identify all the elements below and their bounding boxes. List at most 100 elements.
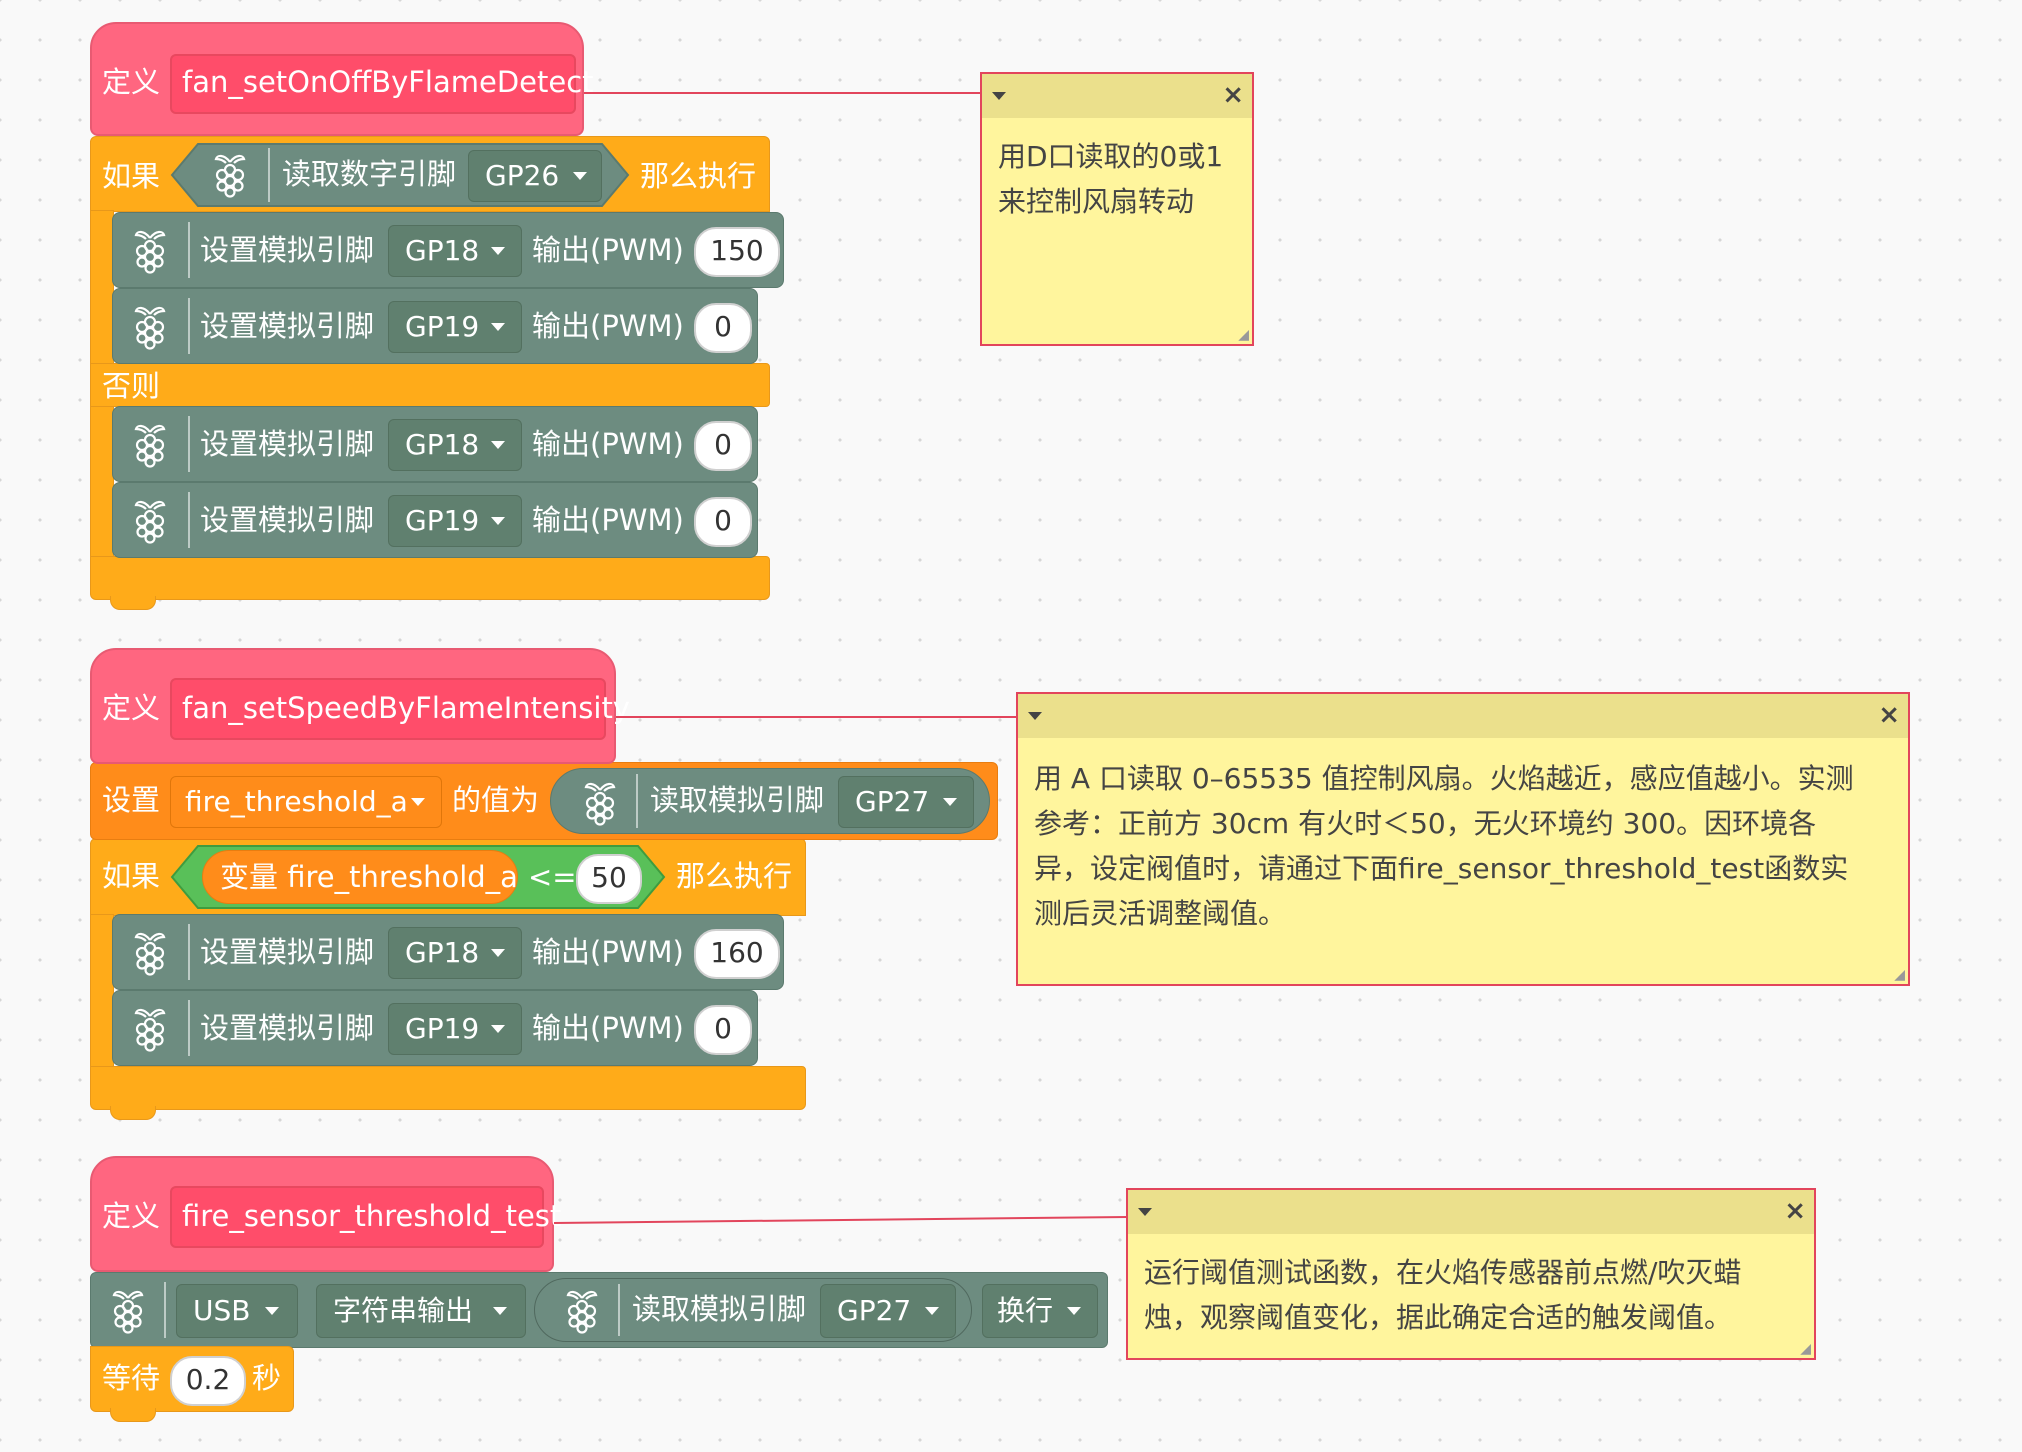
separator bbox=[188, 416, 190, 472]
raspberry-pi-icon bbox=[134, 500, 166, 544]
print-mode-dropdown[interactable]: 字符串输出 bbox=[316, 1284, 526, 1338]
note-line: 来控制风扇转动 bbox=[998, 185, 1195, 218]
note-line: 烛，观察阈值变化，据此确定合适的触发阈值。 bbox=[1144, 1301, 1733, 1334]
separator bbox=[188, 924, 190, 980]
set-analog-label: 设置模拟引脚 bbox=[200, 1011, 375, 1045]
then-label: 那么执行 bbox=[640, 159, 757, 193]
comment-note[interactable]: × 用 A 口读取 0–65535 值控制风扇。火焰越近，感应值越小。实测 参考… bbox=[1016, 692, 1910, 986]
raspberry-pi-icon bbox=[134, 932, 166, 976]
read-analog-label: 读取模拟引脚 bbox=[650, 783, 825, 817]
set-analog-label: 设置模拟引脚 bbox=[200, 427, 375, 461]
chevron-down-icon bbox=[491, 517, 505, 525]
raspberry-pi-icon bbox=[134, 424, 166, 468]
seconds-label: 秒 bbox=[252, 1361, 282, 1395]
variable-dropdown[interactable]: fire_threshold_a bbox=[170, 776, 442, 828]
if-bottom bbox=[90, 1066, 806, 1110]
set-analog-label: 设置模拟引脚 bbox=[200, 309, 375, 343]
pwm-output-label: 输出(PWM) bbox=[532, 427, 684, 461]
read-pin-dropdown[interactable]: GP27 bbox=[838, 776, 974, 828]
resize-handle-icon[interactable]: ◢ bbox=[1894, 967, 1905, 983]
if-tab bbox=[110, 1106, 156, 1120]
pwm-value-input[interactable]: 0 bbox=[694, 1005, 752, 1055]
pin-dropdown[interactable]: GP19 bbox=[388, 495, 522, 547]
pwm-output-label: 输出(PWM) bbox=[532, 935, 684, 969]
wait-label: 等待 bbox=[102, 1361, 161, 1395]
pwm-value-input[interactable]: 0 bbox=[694, 303, 752, 353]
chevron-down-icon bbox=[411, 798, 425, 806]
wait-value: 0.2 bbox=[185, 1363, 231, 1396]
print-mode-value: 字符串输出 bbox=[333, 1294, 474, 1327]
collapse-icon[interactable] bbox=[992, 92, 1006, 100]
newline-dropdown[interactable]: 换行 bbox=[982, 1284, 1098, 1338]
separator bbox=[188, 492, 190, 548]
if-else-tab bbox=[110, 596, 156, 610]
comment-note[interactable]: × 运行阈值测试函数，在火焰传感器前点燃/吹灭蜡 烛，观察阈值变化，据此确定合适… bbox=[1126, 1188, 1816, 1360]
pin-dropdown[interactable]: GP19 bbox=[388, 301, 522, 353]
define-label: 定义 bbox=[102, 691, 161, 725]
then-label: 那么执行 bbox=[676, 859, 793, 893]
chevron-down-icon bbox=[491, 949, 505, 957]
pwm-value-input[interactable]: 160 bbox=[694, 929, 780, 979]
separator bbox=[164, 1282, 166, 1338]
chevron-down-icon bbox=[491, 1025, 505, 1033]
compare-value-input[interactable]: 50 bbox=[576, 854, 642, 904]
pwm-value-input[interactable]: 0 bbox=[694, 421, 752, 471]
resize-handle-icon[interactable]: ◢ bbox=[1238, 327, 1249, 343]
separator bbox=[188, 222, 190, 278]
resize-handle-icon[interactable]: ◢ bbox=[1800, 1341, 1811, 1357]
pwm-value: 0 bbox=[714, 310, 732, 343]
pwm-value: 160 bbox=[710, 936, 764, 969]
compare-value: 50 bbox=[591, 861, 627, 894]
wait-value-input[interactable]: 0.2 bbox=[170, 1356, 246, 1406]
pwm-value-input[interactable]: 0 bbox=[694, 497, 752, 547]
close-icon[interactable]: × bbox=[1222, 80, 1244, 110]
else-row bbox=[90, 363, 770, 407]
note-connector bbox=[584, 92, 984, 94]
pin-dropdown[interactable]: GP18 bbox=[388, 927, 522, 979]
pwm-value-input[interactable]: 150 bbox=[694, 227, 780, 277]
if-else-bottom bbox=[90, 556, 770, 600]
read-pin-value: GP27 bbox=[855, 785, 930, 818]
pwm-value: 0 bbox=[714, 504, 732, 537]
chevron-down-icon bbox=[925, 1307, 939, 1315]
port-dropdown[interactable]: USB bbox=[176, 1284, 298, 1338]
pwm-output-label: 输出(PWM) bbox=[532, 309, 684, 343]
raspberry-pi-icon bbox=[134, 1008, 166, 1052]
comment-note[interactable]: × 用D口读取的0或1 来控制风扇转动 ◢ bbox=[980, 72, 1254, 346]
pin-dropdown[interactable]: GP19 bbox=[388, 1003, 522, 1055]
raspberry-pi-icon bbox=[584, 782, 616, 826]
chevron-down-icon bbox=[491, 247, 505, 255]
collapse-icon[interactable] bbox=[1138, 1208, 1152, 1216]
separator bbox=[636, 774, 638, 828]
chevron-down-icon bbox=[573, 172, 587, 180]
pwm-value: 0 bbox=[714, 1012, 732, 1045]
newline-value: 换行 bbox=[997, 1294, 1054, 1327]
if-arm bbox=[90, 914, 114, 1074]
function-name: fire_sensor_threshold_test bbox=[182, 1199, 562, 1233]
define-label: 定义 bbox=[102, 65, 161, 99]
note-line: 用D口读取的0或1 bbox=[998, 140, 1224, 173]
pin-dropdown[interactable]: GP18 bbox=[388, 225, 522, 277]
note-line: 参考：正前方 30cm 有火时＜50，无火环境约 300。因环境各 bbox=[1034, 807, 1817, 840]
cond-pin-dropdown[interactable]: GP26 bbox=[468, 150, 602, 202]
raspberry-pi-icon bbox=[134, 230, 166, 274]
read-analog-label: 读取模拟引脚 bbox=[632, 1292, 807, 1326]
chevron-down-icon bbox=[265, 1307, 279, 1315]
note-header bbox=[982, 74, 1252, 118]
close-icon[interactable]: × bbox=[1784, 1196, 1806, 1226]
else-label: 否则 bbox=[102, 369, 161, 403]
cond-pin-value: GP26 bbox=[485, 159, 560, 192]
compare-operator[interactable]: <= bbox=[528, 863, 577, 892]
pin-value: GP18 bbox=[405, 936, 480, 969]
read-pin-dropdown[interactable]: GP27 bbox=[820, 1284, 956, 1338]
function-name: fan_setSpeedByFlameIntensity bbox=[182, 691, 630, 725]
close-icon[interactable]: × bbox=[1878, 700, 1900, 730]
collapse-icon[interactable] bbox=[1028, 712, 1042, 720]
note-line: 测后灵活调整阈值。 bbox=[1034, 897, 1287, 930]
chevron-down-icon bbox=[491, 441, 505, 449]
separator bbox=[268, 148, 270, 202]
note-line: 用 A 口读取 0–65535 值控制风扇。火焰越近，感应值越小。实测 bbox=[1034, 762, 1854, 795]
wait-tab bbox=[110, 1408, 156, 1422]
pwm-value: 0 bbox=[714, 428, 732, 461]
pin-dropdown[interactable]: GP18 bbox=[388, 419, 522, 471]
